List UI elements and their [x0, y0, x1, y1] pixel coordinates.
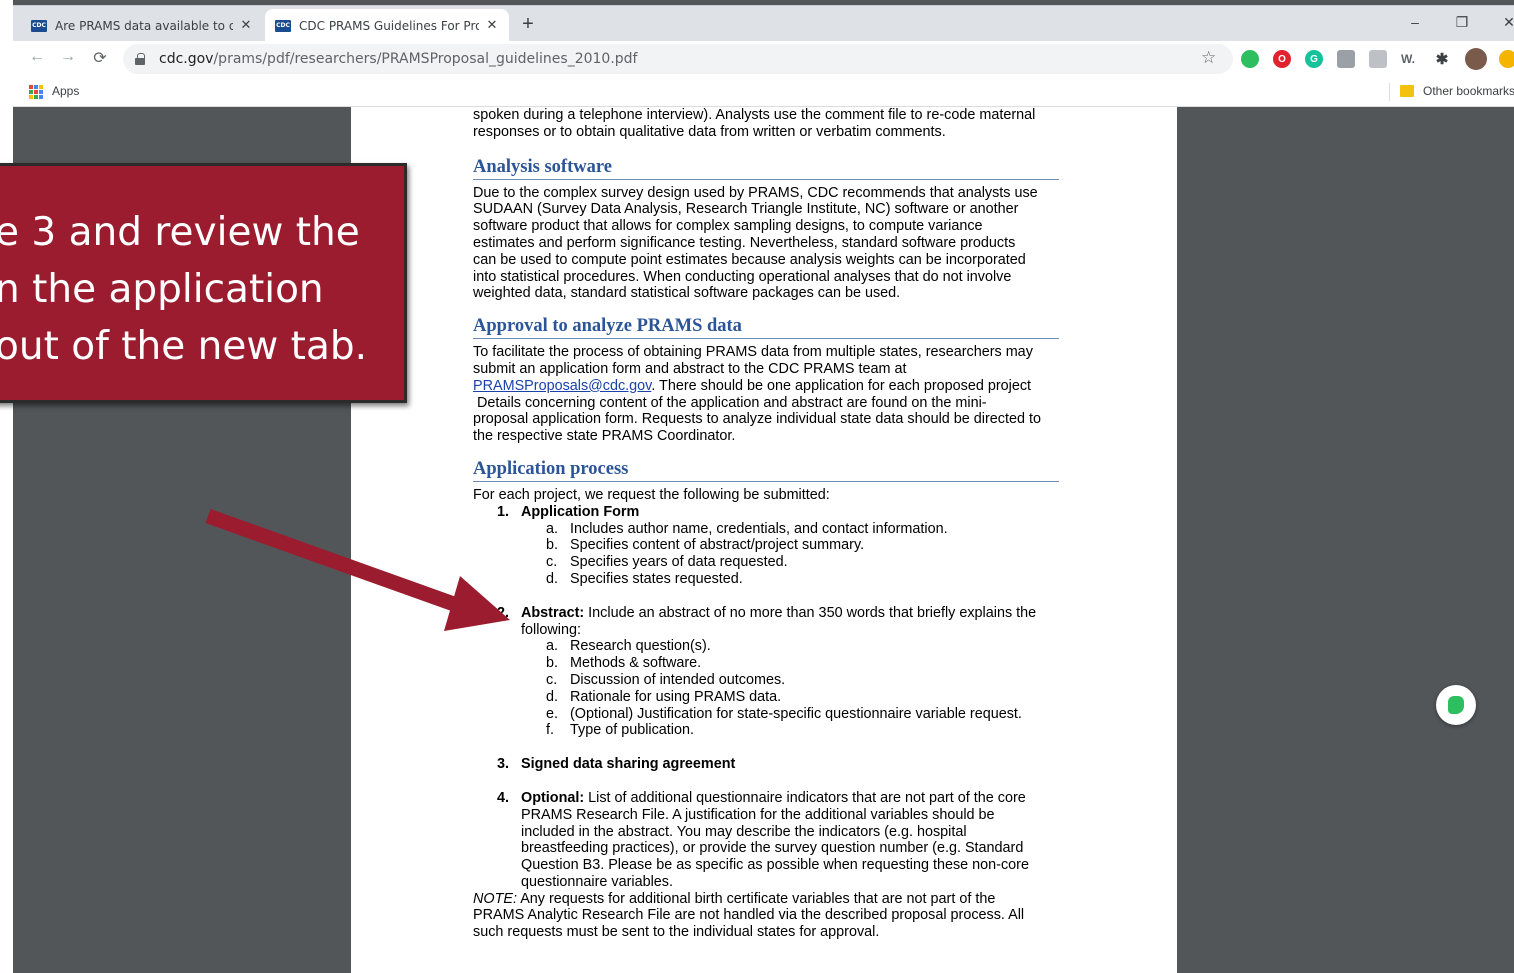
- browser-toolbar: ← → ⟳ cdc.gov/prams/pdf/researchers/PRAM…: [13, 41, 1514, 77]
- sub-list-item: b. Methods & software.: [546, 655, 702, 672]
- tab-title: CDC PRAMS Guidelines For Prop: [299, 18, 479, 33]
- sub-list-item: c. Specifies years of data requested.: [546, 554, 788, 571]
- left-margin: [0, 0, 13, 973]
- tab-title: Are PRAMS data available to out: [55, 18, 233, 33]
- pdf-text-line: PRAMS Analytic Research File are not han…: [473, 907, 1025, 924]
- pdf-text-line: spoken during a telephone interview). An…: [473, 107, 1036, 123]
- evernote-ext-icon[interactable]: [1241, 50, 1259, 68]
- folder-icon: [1400, 85, 1414, 97]
- section-heading-approval: Approval to analyze PRAMS data: [473, 315, 1059, 340]
- callout-line: e 3 and review the: [0, 210, 360, 255]
- cdc-favicon-icon: CDC: [31, 19, 47, 32]
- cdc-favicon-icon: CDC: [275, 19, 291, 32]
- list-item-continuation: PRAMS Research File. A justification for…: [521, 806, 995, 823]
- callout-text: e 3 and review the n the application out…: [0, 204, 367, 375]
- sub-list-item: c. Discussion of intended outcomes.: [546, 671, 786, 688]
- sub-list-item: d. Specifies states requested.: [546, 570, 743, 587]
- address-bar[interactable]: cdc.gov/prams/pdf/researchers/PRAMSPropo…: [123, 44, 1233, 74]
- bookmarks-bar: Apps Other bookmarks: [13, 77, 1514, 107]
- browser-window: CDC Are PRAMS data available to out ✕ CD…: [13, 0, 1514, 973]
- grammarly-ext-icon[interactable]: G: [1305, 50, 1323, 68]
- tab-prams-availability[interactable]: CDC Are PRAMS data available to out ✕: [21, 9, 263, 42]
- lock-icon: [135, 53, 145, 65]
- close-tab-icon[interactable]: ✕: [485, 18, 499, 33]
- close-window-button[interactable]: ✕: [1497, 14, 1514, 31]
- pdf-text-line: responses or to obtain qualitative data …: [473, 123, 946, 140]
- pdf-text-line: PRAMSProposals@cdc.gov. There should be …: [473, 377, 1032, 394]
- callout-line: n the application: [0, 267, 324, 312]
- profile-avatar[interactable]: [1465, 48, 1487, 70]
- sub-list-item: d. Rationale for using PRAMS data.: [546, 688, 782, 705]
- pdf-content: spoken during a telephone interview). An…: [473, 107, 1063, 941]
- new-tab-button[interactable]: +: [518, 13, 538, 36]
- list-item-signed-agreement: 3. Signed data sharing agreement: [497, 756, 736, 773]
- pdf-page: spoken during a telephone interview). An…: [351, 107, 1177, 973]
- evernote-elephant-icon: [1448, 696, 1464, 714]
- pdf-text-line: Due to the complex survey design used by…: [473, 184, 1038, 201]
- sub-list-item: a. Research question(s).: [546, 638, 711, 655]
- list-item-abstract: 2. Abstract: Include an abstract of no m…: [497, 604, 1037, 621]
- list-item-optional: 4. Optional: List of additional question…: [497, 789, 1026, 806]
- other-bookmarks-link[interactable]: Other bookmarks: [1423, 84, 1514, 98]
- forward-button[interactable]: →: [58, 48, 78, 66]
- tab-strip: CDC Are PRAMS data available to out ✕ CD…: [13, 5, 1514, 42]
- opera-ext-icon[interactable]: O: [1273, 50, 1291, 68]
- section-heading-analysis-software: Analysis software: [473, 156, 1059, 180]
- bookmark-star-icon[interactable]: ☆: [1201, 48, 1216, 68]
- callout-line: out of the new tab.: [0, 324, 368, 369]
- back-button[interactable]: ←: [27, 48, 47, 66]
- wordtune-ext-icon[interactable]: W.: [1399, 50, 1417, 68]
- email-link[interactable]: PRAMSProposals@cdc.gov: [473, 378, 651, 394]
- minimize-button[interactable]: –: [1403, 14, 1427, 30]
- note-paragraph: NOTE: Any requests for additional birth …: [473, 890, 996, 907]
- restore-button[interactable]: ❐: [1450, 14, 1474, 31]
- update-icon[interactable]: [1499, 50, 1514, 68]
- pdf-text-line: into statistical procedures. When conduc…: [473, 268, 1012, 285]
- pdf-text-line: can be used to compute point estimates b…: [473, 251, 1026, 268]
- tab-prams-guidelines[interactable]: CDC CDC PRAMS Guidelines For Prop ✕: [265, 9, 509, 42]
- instruction-callout: e 3 and review the n the application out…: [0, 163, 407, 403]
- pdf-text-line: software product that allows for complex…: [473, 218, 983, 235]
- sub-list-item: b. Specifies content of abstract/project …: [546, 537, 865, 554]
- evernote-web-clipper-button[interactable]: [1436, 685, 1476, 725]
- bookmarks-divider: [1389, 83, 1390, 101]
- pdf-text-line: weighted data, standard statistical soft…: [473, 285, 901, 302]
- pdf-text-line: For each project, we request the followi…: [473, 486, 830, 503]
- list-item-continuation: breastfeeding practices), or provide the…: [521, 840, 1024, 857]
- pdf-text-line: such requests must be sent to the indivi…: [473, 924, 880, 941]
- pdf-text-line: submit an application form and abstract …: [473, 360, 907, 377]
- list-item-continuation: Question B3. Please be as specific as po…: [521, 857, 1029, 874]
- list-item-continuation: following:: [521, 621, 581, 638]
- sub-list-item: a. Includes author name, credentials, and…: [546, 520, 948, 537]
- sub-list-item: f. Type of publication.: [546, 722, 694, 739]
- list-item-application-form: 1. Application Form: [497, 503, 640, 520]
- apps-grid-icon[interactable]: [29, 85, 43, 99]
- list-item-continuation: questionnaire variables.: [521, 873, 673, 890]
- pdf-text-line: proposal application form. Requests to a…: [473, 411, 1041, 428]
- pdf-text-line: the respective state PRAMS Coordinator.: [473, 428, 736, 445]
- reader-ext-icon[interactable]: [1337, 50, 1355, 68]
- sub-list-item: e. (Optional) Justification for state-spe…: [546, 705, 1022, 722]
- reload-button[interactable]: ⟳: [90, 48, 110, 68]
- url-text: cdc.gov/prams/pdf/researchers/PRAMSPropo…: [159, 51, 638, 67]
- puzzle-ext-icon[interactable]: ✱: [1433, 50, 1451, 68]
- apps-link[interactable]: Apps: [52, 84, 79, 98]
- list-item-continuation: included in the abstract. You may descri…: [521, 823, 967, 840]
- pdf-text-line: estimates and perform significance testi…: [473, 234, 1016, 251]
- close-tab-icon[interactable]: ✕: [239, 18, 253, 33]
- section-heading-application-process: Application process: [473, 458, 1059, 482]
- pdf-text-line: Details concerning content of the applic…: [473, 394, 987, 411]
- generic-ext-icon[interactable]: [1369, 50, 1387, 68]
- pdf-text-line: SUDAAN (Survey Data Analysis, Research T…: [473, 201, 1019, 218]
- pdf-text-line: To facilitate the process of obtaining P…: [473, 344, 1033, 361]
